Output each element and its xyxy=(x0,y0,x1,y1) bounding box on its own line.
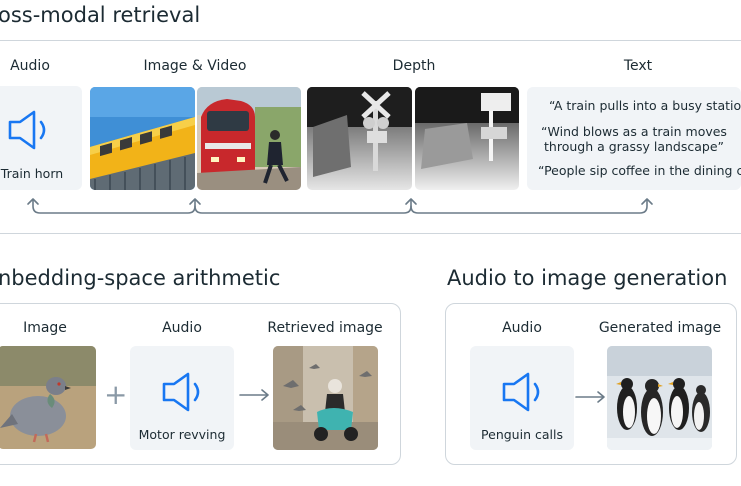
section-title-retrieval: oss-modal retrieval xyxy=(0,3,201,27)
audio-card-motor-revving: Motor revving xyxy=(130,346,234,450)
plus-operator: + xyxy=(104,378,128,411)
image-retrieved-scooter xyxy=(273,346,378,450)
audio-card-penguin-calls: Penguin calls xyxy=(470,346,574,450)
label-text: Text xyxy=(623,58,653,74)
text-card-captions: “A train pulls into a busy station” “Win… xyxy=(527,87,741,190)
section-title-arithmetic: nbedding-space arithmetic xyxy=(0,266,281,290)
audio-caption-train-horn: Train horn xyxy=(0,166,64,181)
image-yellow-train xyxy=(90,87,195,190)
quote-dining-car: “People sip coffee in the dining ca xyxy=(538,163,741,178)
image-red-train xyxy=(197,87,301,190)
speaker-icon xyxy=(502,372,540,412)
section-title-generation: Audio to image generation xyxy=(447,266,728,290)
section-divider-top xyxy=(0,40,741,41)
image-pigeon xyxy=(0,346,96,449)
label-gen-generated: Generated image xyxy=(598,320,722,336)
image-generated-penguins xyxy=(607,346,712,450)
label-arith-image: Image xyxy=(23,320,67,336)
label-gen-audio: Audio xyxy=(502,320,542,336)
label-arith-audio: Audio xyxy=(162,320,202,336)
quote-wind-line-1: “Wind blows as a train moves xyxy=(541,124,727,139)
depth-map-train xyxy=(415,87,519,190)
retrieval-connector-arrows xyxy=(27,198,653,214)
label-audio: Audio xyxy=(10,58,50,74)
quote-wind-line-2: through a grassy landscape” xyxy=(544,139,724,154)
speaker-icon xyxy=(162,372,200,412)
quote-busy-station: “A train pulls into a busy station” xyxy=(549,98,741,113)
arrow-right-icon xyxy=(239,389,269,401)
label-image-video: Image & Video xyxy=(143,58,247,74)
depth-map-crossing xyxy=(307,87,412,190)
arrow-right-icon xyxy=(575,391,605,403)
audio-card-train-horn: Train horn xyxy=(0,86,82,190)
speaker-icon xyxy=(8,110,46,150)
section-divider-middle xyxy=(0,233,741,234)
label-depth: Depth xyxy=(392,58,436,74)
audio-caption-penguin-calls: Penguin calls xyxy=(481,427,563,442)
audio-caption-motor-revving: Motor revving xyxy=(138,427,226,442)
label-arith-retrieved: Retrieved image xyxy=(267,320,383,336)
